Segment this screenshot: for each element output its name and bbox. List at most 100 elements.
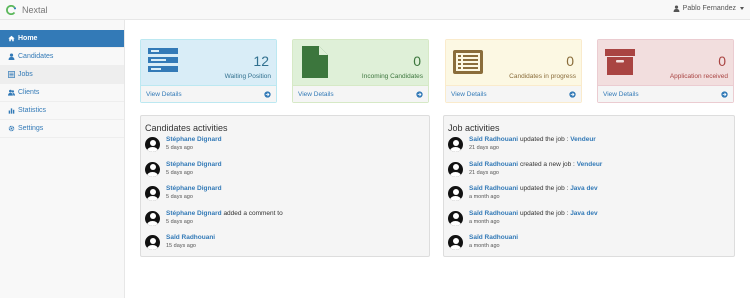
activity-user-link[interactable]: Saïd Radhouani bbox=[166, 234, 215, 241]
activity-user-link[interactable]: Saïd Radhouani bbox=[469, 210, 518, 217]
panel-heading: 0 Incoming Candidates bbox=[293, 40, 428, 86]
application-received-panel: 0 Application received View Details bbox=[597, 39, 734, 103]
activity-item: Stéphane Dignard 5 days ago bbox=[145, 161, 429, 186]
users-icon bbox=[8, 89, 15, 96]
activity-time: 21 days ago bbox=[469, 145, 499, 151]
application-received-count: 0 bbox=[718, 53, 726, 69]
file-icon bbox=[302, 46, 328, 78]
activity-time: 5 days ago bbox=[166, 169, 193, 176]
activity-user-link[interactable]: Saïd Radhouani bbox=[469, 185, 518, 192]
archive-icon bbox=[605, 49, 635, 75]
sidebar: Home Candidates Jobs Clients Statistics … bbox=[0, 20, 125, 298]
sidebar-item-label: Settings bbox=[18, 125, 44, 132]
application-received-label: Application received bbox=[669, 73, 728, 80]
activity-action: updated the job : bbox=[519, 185, 569, 192]
activity-time: a month ago bbox=[469, 218, 500, 225]
gear-icon bbox=[8, 125, 15, 132]
activity-user-link[interactable]: Stéphane Dignard bbox=[166, 161, 222, 168]
waiting-position-count: 12 bbox=[253, 53, 269, 69]
activity-user-link[interactable]: Stéphane Dignard bbox=[166, 210, 222, 217]
activity-time: 15 days ago bbox=[166, 243, 196, 249]
view-details-link[interactable]: View Details bbox=[446, 86, 581, 102]
avatar bbox=[448, 137, 463, 152]
activity-item: Saïd Radhouani updated the job : Java de… bbox=[448, 185, 734, 210]
sidebar-item-jobs[interactable]: Jobs bbox=[0, 66, 124, 84]
activity-user-link[interactable]: Stéphane Dignard bbox=[166, 185, 222, 192]
job-activities-box: Job activities Saïd Radhouani updated th… bbox=[443, 115, 735, 257]
candidates-in-progress-label: Candidates in progress bbox=[509, 73, 576, 80]
arrow-circle-right-icon bbox=[569, 90, 576, 98]
activity-job-link[interactable]: Java dev bbox=[570, 210, 597, 217]
view-details-label: View Details bbox=[603, 90, 639, 98]
waiting-position-panel: 12 Waiting Position View Details bbox=[140, 39, 277, 103]
user-icon bbox=[8, 53, 15, 60]
activity-action: updated the job : bbox=[519, 209, 569, 217]
activity-time: 5 days ago bbox=[166, 145, 193, 151]
bar-chart-icon bbox=[8, 108, 15, 114]
arrow-circle-right-icon bbox=[264, 90, 271, 98]
activity-time: 5 days ago bbox=[166, 194, 193, 200]
candidates-activities-title: Candidates activities bbox=[145, 123, 228, 133]
candidates-in-progress-count: 0 bbox=[566, 53, 574, 69]
view-details-label: View Details bbox=[298, 90, 334, 98]
activity-job-link[interactable]: Vendeur bbox=[570, 136, 596, 143]
avatar bbox=[145, 235, 160, 250]
waiting-position-label: Waiting Position bbox=[224, 73, 271, 80]
user-menu[interactable]: Pablo Fernandez bbox=[673, 5, 744, 12]
avatar bbox=[145, 161, 160, 177]
incoming-candidates-count: 0 bbox=[413, 53, 421, 69]
activity-job-link[interactable]: Java dev bbox=[570, 185, 597, 192]
activity-user-link[interactable]: Saïd Radhouani bbox=[469, 161, 518, 168]
brand-logo-icon[interactable] bbox=[6, 5, 16, 15]
caret-down-icon bbox=[740, 7, 744, 10]
avatar bbox=[448, 235, 463, 250]
activity-user-link[interactable]: Saïd Radhouani bbox=[469, 136, 518, 143]
activity-item: Saïd Radhouani 15 days ago bbox=[145, 234, 429, 259]
incoming-candidates-panel: 0 Incoming Candidates View Details bbox=[292, 39, 429, 103]
avatar bbox=[448, 186, 463, 201]
sidebar-item-home[interactable]: Home bbox=[0, 30, 124, 48]
avatar bbox=[145, 186, 160, 201]
sidebar-item-label: Candidates bbox=[18, 53, 54, 60]
activity-time: a month ago bbox=[469, 243, 500, 249]
activity-item: Saïd Radhouani updated the job : Vendeur… bbox=[448, 136, 734, 161]
top-navbar: Nextal Pablo Fernandez bbox=[0, 0, 750, 20]
tasks-icon bbox=[148, 48, 178, 72]
activity-item: Saïd Radhouani created a new job : Vende… bbox=[448, 161, 734, 186]
activity-time: 5 days ago bbox=[166, 218, 193, 225]
sidebar-item-label: Jobs bbox=[18, 71, 33, 78]
sidebar-item-statistics[interactable]: Statistics bbox=[0, 102, 124, 120]
avatar bbox=[145, 210, 160, 226]
sidebar-item-candidates[interactable]: Candidates bbox=[0, 48, 124, 66]
home-icon bbox=[8, 35, 15, 42]
avatar bbox=[448, 161, 463, 177]
sidebar-item-settings[interactable]: Settings bbox=[0, 120, 124, 138]
job-activities-title: Job activities bbox=[448, 123, 500, 133]
view-details-label: View Details bbox=[146, 90, 182, 98]
view-details-link[interactable]: View Details bbox=[141, 86, 276, 102]
brand-name[interactable]: Nextal bbox=[22, 5, 48, 15]
list-alt-icon bbox=[453, 50, 483, 74]
activity-action: added a comment to bbox=[223, 209, 283, 217]
activity-job-link[interactable]: Vendeur bbox=[577, 161, 603, 168]
activity-user-link[interactable]: Stéphane Dignard bbox=[166, 136, 222, 143]
view-details-link[interactable]: View Details bbox=[293, 86, 428, 102]
activity-time: 21 days ago bbox=[469, 169, 499, 176]
sidebar-item-label: Home bbox=[18, 35, 38, 42]
view-details-link[interactable]: View Details bbox=[598, 86, 733, 102]
sidebar-item-label: Statistics bbox=[18, 107, 47, 114]
incoming-candidates-label: Incoming Candidates bbox=[361, 73, 423, 80]
sidebar-item-clients[interactable]: Clients bbox=[0, 84, 124, 102]
activity-user-link[interactable]: Saïd Radhouani bbox=[469, 234, 518, 241]
sidebar-item-label: Clients bbox=[18, 89, 40, 96]
user-name: Pablo Fernandez bbox=[682, 5, 736, 12]
view-details-label: View Details bbox=[451, 90, 487, 98]
activity-action: updated the job : bbox=[519, 136, 569, 143]
avatar bbox=[448, 210, 463, 226]
activity-item: Stéphane Dignard added a comment to 5 da… bbox=[145, 210, 429, 235]
list-icon bbox=[8, 71, 15, 78]
panel-heading: 0 Candidates in progress bbox=[446, 40, 581, 86]
arrow-circle-right-icon bbox=[721, 90, 728, 98]
activity-item: Stéphane Dignard 5 days ago bbox=[145, 136, 429, 161]
panel-heading: 12 Waiting Position bbox=[141, 40, 276, 86]
